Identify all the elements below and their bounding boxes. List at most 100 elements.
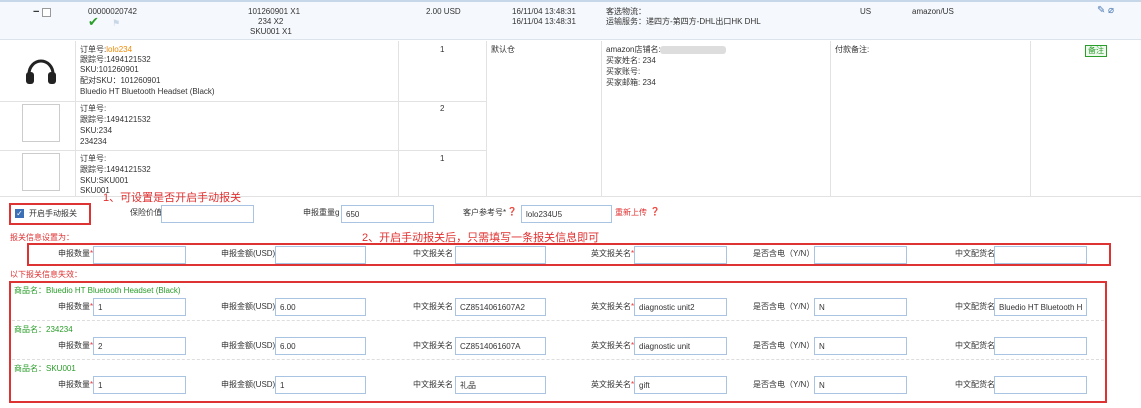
collapse-toggle[interactable]: − [33,7,39,18]
goods-1-cn-dist-label: 中文配货名 [955,302,995,311]
settings-cn-dist-input[interactable] [994,246,1087,264]
goods-divider-1 [12,320,1104,321]
product-2-tracking: 跟踪号:1494121532 [80,115,151,124]
edit-icon[interactable]: ✎ [1097,6,1105,16]
product-1-sku: SKU:101260901 [80,65,139,74]
settings-amount-label: 申报金额(USD) [221,249,276,258]
settings-battery-input[interactable] [814,246,907,264]
platform: amazon/US [912,7,954,16]
country: US [860,7,872,16]
shipping-service: 运输服务：递四方-第四方-DHL出口HK DHL [606,17,761,26]
goods-2-cn-dist-label: 中文配货名 [955,341,995,350]
goods-2-amount-input[interactable] [275,337,366,355]
logistics-label: 客选物流： [606,7,646,16]
customer-ref-input[interactable] [521,205,612,223]
goods-3-en-name-input[interactable] [634,376,727,394]
goods-3-amount-input[interactable] [275,376,366,394]
declared-weight-input[interactable] [341,205,434,223]
product-1-qty: 1 [440,45,445,54]
customer-ref-label: 客户参考号* [463,208,507,217]
annotation-1: 1、可设置是否开启手动报关 [103,192,242,204]
goods-2-en-name-input[interactable] [634,337,727,355]
invalid-title: 以下报关信息失效： [10,270,82,279]
order-date-1: 16/11/04 13:48:31 [512,7,576,16]
goods-1-battery-input[interactable] [814,298,907,316]
goods-3-battery-label: 是否含电（Y/N） [753,380,815,389]
goods-2-battery-input[interactable] [814,337,907,355]
reupload-link[interactable]: 重新上传 [615,208,647,218]
goods-2-qty-input[interactable] [93,337,186,355]
product-1-name: Bluedio HT Bluetooth Headset (Black) [80,87,215,96]
check-icon: ✔ [88,14,99,29]
goods-3-cn-dist-label: 中文配货名 [955,380,995,389]
product-3-thumbnail [22,153,60,191]
goods-1-amount-label: 申报金额(USD) [221,302,276,311]
product-3-qty: 1 [440,154,445,163]
goods-2-cn-dist-input[interactable] [994,337,1087,355]
product-2-paired-sku: 234234 [80,137,107,146]
goods-1-qty-label: 申报数量* [58,302,94,311]
product-1-paired-sku: 配对SKU：101260901 [80,76,161,85]
order-amount: 2.00 USD [426,7,461,16]
product-2-sku: SKU:234 [80,126,113,135]
product-3-tracking: 跟踪号:1494121532 [80,165,151,174]
buyer-name: 买家姓名: 234 [606,56,656,65]
goods-2-en-name-label: 英文报关名* [591,341,635,350]
goods-3-cn-dist-input[interactable] [994,376,1087,394]
goods-1-amount-input[interactable] [275,298,366,316]
order-date-2: 16/11/04 13:48:31 [512,17,576,26]
goods-3-amount-label: 申报金额(USD) [221,380,276,389]
product-2-order: 订单号: [80,104,107,113]
product-3-order: 订单号: [80,154,107,163]
order-checkbox[interactable] [42,8,51,17]
product-2-thumbnail [22,104,60,142]
goods-1-title: 商品名：Bluedio HT Bluetooth Headset (Black) [14,286,181,295]
item-summary-3: SKU001 X1 [250,27,292,36]
settings-cn-dist-label: 中文配货名 [955,249,995,258]
manual-customs-label: 开启手动报关 [29,209,77,218]
goods-3-en-name-label: 英文报关名* [591,380,635,389]
reupload-help-icon[interactable]: ❓ [650,207,660,217]
goods-1-cn-name-label: 中文报关名 [413,302,453,311]
goods-1-battery-label: 是否含电（Y/N） [753,302,815,311]
buyer-email: 买家邮箱: 234 [606,78,656,87]
buyer-account: 买家账号: [606,67,641,76]
help-icon[interactable]: ❓ [507,207,517,217]
goods-3-battery-input[interactable] [814,376,907,394]
goods-1-en-name-label: 英文报关名* [591,302,635,311]
goods-2-battery-label: 是否含电（Y/N） [753,341,815,350]
store-name-blurred [660,46,726,54]
settings-qty-input[interactable] [93,246,186,264]
settings-cn-name-label: 中文报关名 [413,249,453,258]
buyer-store: amazon店铺名: [606,45,661,54]
goods-3-qty-input[interactable] [93,376,186,394]
settings-en-name-input[interactable] [634,246,727,264]
product-1-order: 订单号:lolo234 [80,45,133,54]
settings-cn-name-input[interactable] [455,246,546,264]
manual-customs-checkbox[interactable]: ✓ [15,209,24,218]
insured-value-input[interactable] [161,205,254,223]
goods-2-cn-name-label: 中文报关名 [413,341,453,350]
item-summary-1: 101260901 X1 [248,7,301,16]
headphone-image [22,52,60,90]
settings-en-name-label: 英文报关名* [591,249,635,258]
settings-row-highlight [27,243,1111,266]
goods-1-cn-name-input[interactable] [455,298,546,316]
goods-3-cn-name-label: 中文报关名 [413,380,453,389]
settings-qty-label: 申报数量* [58,249,94,258]
goods-1-cn-dist-input[interactable] [994,298,1087,316]
item-summary-2: 234 X2 [258,17,284,26]
goods-divider-2 [12,359,1104,360]
attachment-icon[interactable]: ⌀ [1108,6,1114,16]
goods-2-qty-label: 申报数量* [58,341,94,350]
goods-2-cn-name-input[interactable] [455,337,546,355]
goods-3-qty-label: 申报数量* [58,380,94,389]
note-button[interactable]: 备注 [1085,45,1107,57]
settings-amount-input[interactable] [275,246,366,264]
goods-1-qty-input[interactable] [93,298,186,316]
settings-battery-label: 是否含电（Y/N） [753,249,815,258]
warehouse: 默认仓 [491,45,515,54]
goods-1-en-name-input[interactable] [634,298,727,316]
goods-3-cn-name-input[interactable] [455,376,546,394]
declared-weight-label: 申报重量g [303,208,340,217]
